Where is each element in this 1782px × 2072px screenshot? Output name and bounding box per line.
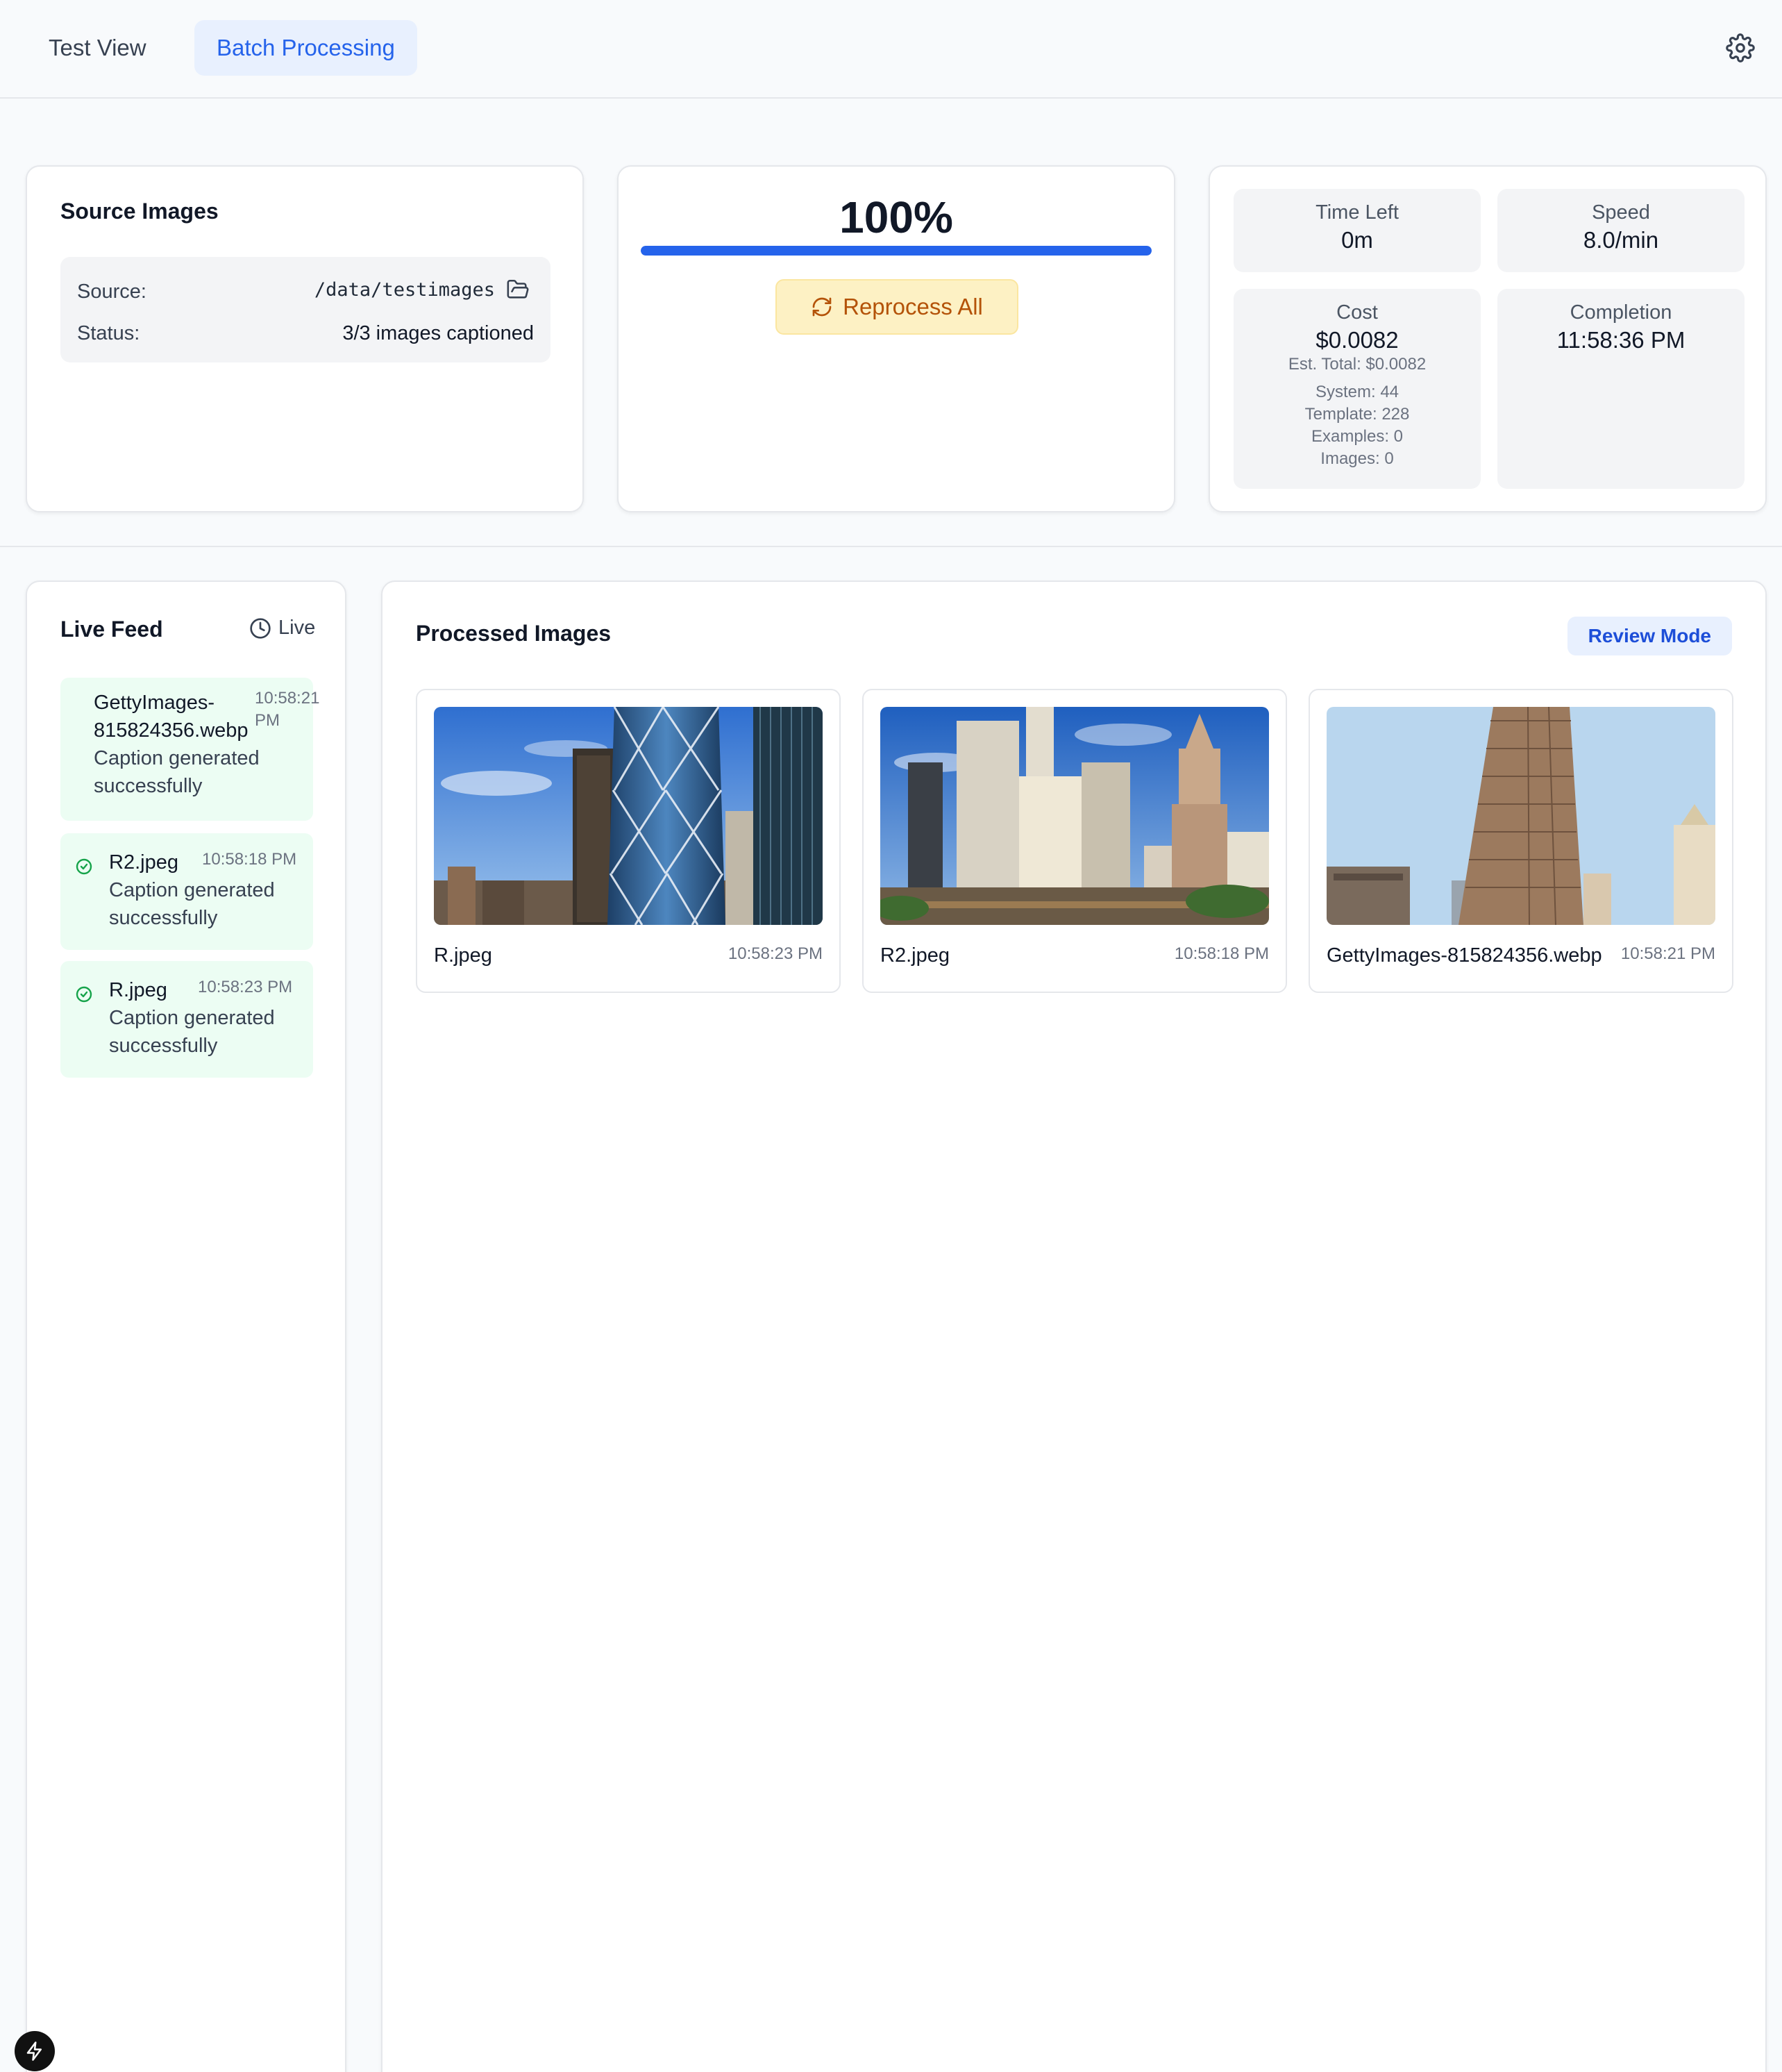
feed-item-message-cont: successfully (109, 907, 218, 929)
stats-card: Time Left 0m Speed 8.0/min Cost $0.0082 … (1209, 165, 1767, 512)
progress-bar (641, 246, 1152, 256)
progress-percent: 100% (839, 192, 953, 242)
speed-value: 8.0/min (1583, 227, 1659, 253)
feed-item: R.jpeg 10:58:23 PM Caption generated suc… (60, 961, 313, 1078)
live-label: Live (278, 617, 316, 639)
tab-test-view[interactable]: Test View (26, 20, 169, 76)
source-images-card: Source Images Source: /data/testimages S… (26, 165, 584, 512)
live-indicator: Live (249, 617, 315, 640)
image-name: R2.jpeg (880, 944, 950, 967)
time-left-stat: Time Left 0m (1234, 189, 1481, 272)
image-card[interactable]: R2.jpeg 10:58:18 PM (862, 689, 1287, 993)
reprocess-all-label: Reprocess All (843, 294, 983, 319)
refresh-icon (812, 297, 832, 317)
bolt-badge[interactable] (15, 2031, 55, 2071)
lightning-icon (26, 2041, 42, 2061)
template-tokens: Template: 228 (1304, 405, 1410, 424)
gear-icon[interactable] (1726, 33, 1755, 62)
feed-item-message: Caption generated (109, 1007, 275, 1029)
source-info-box: Source: /data/testimages Status: 3/3 ima… (60, 257, 550, 362)
est-total: Est. Total: $0.0082 (1288, 355, 1427, 374)
image-card[interactable]: GettyImages-815824356.webp 10:58:21 PM (1309, 689, 1733, 993)
speed-label: Speed (1592, 201, 1650, 224)
image-name: R.jpeg (434, 944, 492, 967)
section-divider (0, 546, 1782, 547)
time-left-label: Time Left (1316, 201, 1399, 224)
status-label: Status: (77, 322, 140, 344)
feed-item-message-cont: successfully (109, 1035, 218, 1057)
image-time: 10:58:18 PM (1174, 944, 1269, 963)
top-nav: Test View Batch Processing (0, 0, 1782, 99)
feed-item-message: Caption generated (109, 879, 275, 901)
feed-item: R2.jpeg 10:58:18 PM Caption generated su… (60, 833, 313, 950)
reprocess-all-button[interactable]: Reprocess All (775, 279, 1018, 335)
cost-stat: Cost $0.0082 Est. Total: $0.0082 System:… (1234, 289, 1481, 489)
tab-batch-processing[interactable]: Batch Processing (194, 20, 417, 76)
image-card[interactable]: R.jpeg 10:58:23 PM (416, 689, 841, 993)
cost-value: $0.0082 (1316, 327, 1399, 353)
feed-item: GettyImages- 815824356.webp 10:58:21 PM … (60, 678, 319, 821)
system-tokens: System: 44 (1315, 383, 1399, 401)
progress-bar-fill (641, 246, 1152, 256)
completion-stat: Completion 11:58:36 PM (1497, 289, 1745, 489)
source-images-title: Source Images (60, 199, 219, 224)
review-mode-button[interactable]: Review Mode (1567, 617, 1732, 655)
completion-value: 11:58:36 PM (1556, 327, 1686, 353)
live-feed-panel: Live Feed Live GettyImages- 815824356.we… (26, 580, 346, 2072)
image-thumbnail[interactable] (1327, 707, 1715, 925)
feed-item-name-cont: 815824356.webp (94, 719, 249, 742)
examples-tokens: Examples: 0 (1311, 427, 1404, 446)
source-path: /data/testimages (314, 279, 495, 301)
feed-item-message: Caption generated (94, 747, 260, 769)
image-time: 10:58:21 PM (1620, 944, 1715, 963)
speed-stat: Speed 8.0/min (1497, 189, 1745, 272)
feed-item-time: 10:58:18 PM (202, 850, 297, 869)
image-thumbnail[interactable] (434, 707, 823, 925)
feed-item-time: 10:58:23 PM (198, 978, 293, 996)
cost-label: Cost (1336, 301, 1378, 324)
check-circle-icon (76, 858, 92, 875)
clock-icon (250, 617, 271, 639)
processed-images-title: Processed Images (416, 621, 612, 646)
processed-images-panel: Processed Images Review Mode R.jpeg 10:5… (381, 580, 1767, 2072)
feed-item-message-cont: successfully (94, 775, 203, 797)
image-time: 10:58:23 PM (728, 944, 823, 963)
image-name: GettyImages-815824356.webp (1327, 944, 1602, 967)
completion-label: Completion (1570, 301, 1672, 324)
feed-item-time-cont: PM (255, 711, 280, 730)
folder-open-icon[interactable] (506, 278, 530, 301)
check-circle-icon (76, 986, 92, 1003)
images-tokens: Images: 0 (1320, 449, 1394, 468)
image-thumbnail[interactable] (880, 707, 1269, 925)
progress-card: 100% Reprocess All (617, 165, 1175, 512)
live-feed-title: Live Feed (60, 617, 163, 642)
feed-item-name: R2.jpeg (109, 851, 178, 874)
time-left-value: 0m (1341, 227, 1373, 253)
status-value: 3/3 images captioned (342, 322, 534, 344)
feed-item-name: GettyImages- (94, 692, 215, 714)
feed-item-name: R.jpeg (109, 979, 167, 1001)
feed-item-time: 10:58:21 (255, 689, 320, 708)
source-label: Source: (77, 281, 146, 303)
